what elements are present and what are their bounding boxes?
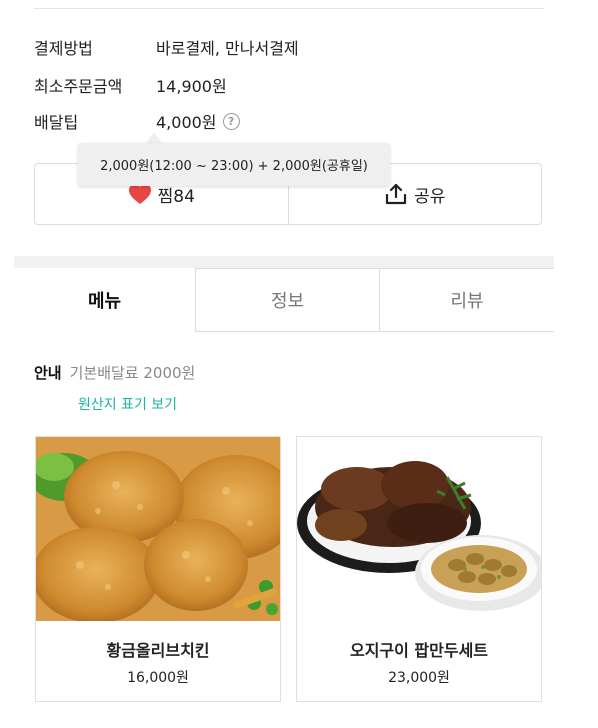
notice-text: 기본배달료 2000원 [69, 364, 196, 382]
min-order-value: 14,900원 [156, 77, 227, 96]
tab-reviews[interactable]: 리뷰 [380, 268, 554, 332]
payment-method-value: 바로결제, 만나서결제 [156, 39, 299, 58]
min-order-row: 최소주문금액 14,900원 [34, 73, 227, 97]
share-label: 공유 [414, 186, 446, 207]
menu-item-name: 오지구이 팝만두세트 [349, 641, 489, 660]
roasted-chicken-dumpling-photo [297, 437, 541, 621]
tab-info[interactable]: 정보 [196, 268, 380, 332]
origin-info-link[interactable]: 원산지 표기 보기 [78, 394, 177, 414]
payment-method-row: 결제방법 바로결제, 만나서결제 [34, 35, 299, 59]
delivery-tip-value-wrap: 4,000원 ? [156, 109, 240, 133]
tab-bar: 메뉴 정보 리뷰 [14, 268, 554, 332]
section-separator [14, 256, 554, 268]
delivery-tip-row: 배달팁 4,000원 ? [34, 109, 240, 133]
menu-item-name: 황금올리브치킨 [106, 641, 210, 660]
question-help-icon[interactable]: ? [222, 112, 240, 130]
menu-card[interactable]: 오지구이 팝만두세트 23,000원 [296, 436, 542, 702]
tab-menu[interactable]: 메뉴 [14, 268, 196, 332]
fried-chicken-photo [36, 437, 280, 621]
payment-method-label: 결제방법 [34, 39, 93, 58]
notice-row: 안내 기본배달료 2000원 [34, 362, 195, 383]
notice-label: 안내 [34, 364, 62, 382]
tooltip-arrow [146, 132, 162, 143]
menu-card[interactable]: 황금올리브치킨 16,000원 [35, 436, 281, 702]
top-divider [34, 8, 544, 9]
menu-item-price: 23,000원 [388, 670, 450, 686]
tooltip-text: 2,000원(12:00 ~ 23:00) + 2,000원(공휴일) [100, 159, 368, 174]
min-order-label: 최소주문금액 [34, 77, 123, 96]
delivery-tip-value: 4,000원 [156, 113, 217, 132]
menu-item-price: 16,000원 [127, 670, 189, 686]
delivery-tip-tooltip: 2,000원(12:00 ~ 23:00) + 2,000원(공휴일) [78, 143, 390, 186]
heart-icon [128, 184, 151, 204]
delivery-tip-label: 배달팁 [34, 113, 79, 132]
